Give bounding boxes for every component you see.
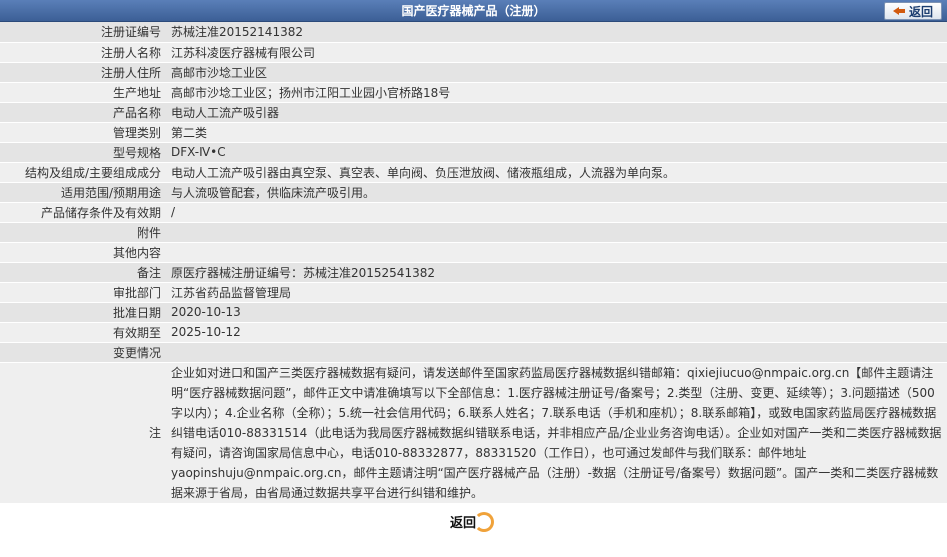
field-label: 管理类别 [0, 122, 165, 143]
field-row: 有效期至 2025-10-12 [0, 322, 947, 343]
field-value: 2020-10-13 [165, 302, 947, 323]
field-row: 附件 [0, 222, 947, 243]
field-value: 第二类 [165, 122, 947, 143]
notes-cell: 企业如对进口和国产三类医疗器械数据有疑问，请发送邮件至国家药监局医疗器械数据纠错… [165, 362, 947, 504]
field-row: 注册人名称 江苏科凌医疗器械有限公司 [0, 42, 947, 63]
field-value [165, 342, 947, 363]
field-row: 注册证编号 苏械注准20152141382 [0, 22, 947, 43]
field-label: 有效期至 [0, 322, 165, 343]
field-row: 生产地址 高邮市沙埝工业区；扬州市江阳工业园小官桥路18号 [0, 82, 947, 103]
field-label: 产品名称 [0, 102, 165, 123]
field-value: 高邮市沙埝工业区；扬州市江阳工业园小官桥路18号 [165, 82, 947, 103]
field-row: 注册人住所 高邮市沙埝工业区 [0, 62, 947, 83]
back-arrow-icon [892, 6, 905, 16]
field-value: 与人流吸管配套，供临床流产吸引用。 [165, 182, 947, 203]
field-row: 产品名称 电动人工流产吸引器 [0, 102, 947, 123]
field-label: 变更情况 [0, 342, 165, 363]
back-button-bottom-label: 返回 [450, 516, 477, 531]
field-value [165, 222, 947, 243]
field-value [165, 242, 947, 263]
field-row: 型号规格 DFX-Ⅳ•C [0, 142, 947, 163]
field-value: DFX-Ⅳ•C [165, 142, 947, 163]
field-value: / [165, 202, 947, 223]
back-button-top-label: 返回 [908, 4, 933, 19]
field-label: 注册人名称 [0, 42, 165, 63]
field-label: 注册人住所 [0, 62, 165, 83]
field-label: 批准日期 [0, 302, 165, 323]
field-label: 结构及组成/主要组成成分 [0, 162, 165, 183]
field-value: 原医疗器械注册证编号：苏械注准20152541382 [165, 262, 947, 283]
field-value: 高邮市沙埝工业区 [165, 62, 947, 83]
field-label: 备注 [0, 262, 165, 283]
notes-row: 注 企业如对进口和国产三类医疗器械数据有疑问，请发送邮件至国家药监局医疗器械数据… [0, 362, 947, 504]
title-bar: 国产医疗器械产品（注册） 返回 [0, 0, 947, 22]
field-row: 适用范围/预期用途 与人流吸管配套，供临床流产吸引用。 [0, 182, 947, 203]
field-row: 审批部门 江苏省药品监督管理局 [0, 282, 947, 303]
back-button-top[interactable]: 返回 [884, 2, 942, 20]
field-label: 产品储存条件及有效期 [0, 202, 165, 223]
field-row: 结构及组成/主要组成成分 电动人工流产吸引器由真空泵、真空表、单向阀、负压泄放阀、… [0, 162, 947, 183]
field-value: 江苏省药品监督管理局 [165, 282, 947, 303]
back-circle-icon [474, 511, 495, 532]
field-row: 产品储存条件及有效期 / [0, 202, 947, 223]
detail-table: 注册证编号 苏械注准20152141382 注册人名称 江苏科凌医疗器械有限公司 注册人… [0, 22, 947, 504]
field-row: 其他内容 [0, 242, 947, 263]
notes-label: 注 [0, 362, 165, 504]
field-row: 批准日期 2020-10-13 [0, 302, 947, 323]
field-label: 审批部门 [0, 282, 165, 303]
field-label: 附件 [0, 222, 165, 243]
field-label: 型号规格 [0, 142, 165, 163]
back-button-bottom[interactable]: 返回 [446, 510, 496, 534]
footer: 返回 [0, 503, 947, 537]
field-row: 备注 原医疗器械注册证编号：苏械注准20152541382 [0, 262, 947, 283]
field-label: 适用范围/预期用途 [0, 182, 165, 203]
field-label: 其他内容 [0, 242, 165, 263]
field-label: 生产地址 [0, 82, 165, 103]
field-value: 电动人工流产吸引器由真空泵、真空表、单向阀、负压泄放阀、储液瓶组成，人流器为单向… [165, 162, 947, 183]
field-value: 2025-10-12 [165, 322, 947, 343]
field-value: 苏械注准20152141382 [165, 22, 947, 43]
field-value: 电动人工流产吸引器 [165, 102, 947, 123]
field-value: 江苏科凌医疗器械有限公司 [165, 42, 947, 63]
field-row: 管理类别 第二类 [0, 122, 947, 143]
notes-text: 企业如对进口和国产三类医疗器械数据有疑问，请发送邮件至国家药监局医疗器械数据纠错… [171, 365, 942, 500]
field-row: 变更情况 [0, 342, 947, 363]
page-title: 国产医疗器械产品（注册） [401, 4, 546, 18]
field-label: 注册证编号 [0, 22, 165, 43]
